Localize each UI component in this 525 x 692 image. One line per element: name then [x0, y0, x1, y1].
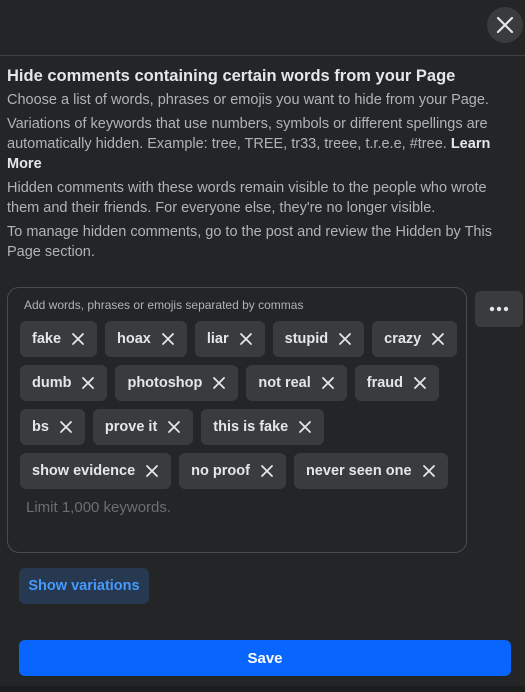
keyword-chip-label: never seen one [305, 463, 412, 479]
keyword-chip-label: crazy [384, 331, 422, 347]
keyword-chip[interactable]: this is fake [201, 409, 325, 445]
keyword-chip[interactable]: fake [20, 321, 98, 357]
dialog-body: Hide comments containing certain words f… [7, 64, 515, 266]
more-options-button[interactable] [475, 291, 523, 327]
intro-paragraph: Choose a list of words, phrases or emoji… [7, 92, 489, 108]
manage-paragraph: To manage hidden comments, go to the pos… [7, 224, 492, 260]
keyword-chip[interactable]: never seen one [293, 453, 448, 489]
remove-keyword-icon[interactable] [59, 420, 73, 434]
keyword-chip[interactable]: fraud [354, 365, 439, 401]
keyword-chip-label: no proof [191, 463, 250, 479]
remove-keyword-icon[interactable] [422, 464, 436, 478]
remove-keyword-icon[interactable] [431, 332, 445, 346]
remove-keyword-icon[interactable] [239, 332, 253, 346]
remove-keyword-icon[interactable] [161, 332, 175, 346]
remove-keyword-icon[interactable] [298, 420, 312, 434]
keywords-input[interactable] [24, 498, 448, 517]
keyword-chip-label: not real [258, 375, 311, 391]
keyword-chip-label: photoshop [127, 375, 203, 391]
keyword-chip[interactable]: hoax [105, 321, 187, 357]
keyword-chip-label: bs [32, 419, 49, 435]
keyword-chip-label: hoax [117, 331, 151, 347]
keyword-chip-label: show evidence [32, 463, 136, 479]
keyword-chip-label: prove it [104, 419, 158, 435]
keyword-chip-label: fraud [366, 375, 403, 391]
show-variations-button[interactable]: Show variations [19, 568, 149, 604]
keyword-chip-label: dumb [32, 375, 72, 391]
keyword-chip[interactable]: liar [194, 321, 265, 357]
dialog-title: Hide comments containing certain words f… [7, 67, 456, 85]
keyword-chip[interactable]: bs [20, 409, 85, 445]
keyword-chip[interactable]: stupid [272, 321, 365, 357]
keyword-chip-label: this is fake [213, 419, 289, 435]
remove-keyword-icon[interactable] [145, 464, 159, 478]
visibility-paragraph: Hidden comments with these words remain … [7, 180, 487, 216]
variations-paragraph: Variations of keywords that use numbers,… [7, 114, 515, 174]
remove-keyword-icon[interactable] [81, 376, 95, 390]
keyword-chip[interactable]: photoshop [115, 365, 239, 401]
hide-comments-dialog: Hide comments containing certain words f… [0, 0, 525, 692]
dialog-header [0, 0, 525, 56]
remove-keyword-icon[interactable] [71, 332, 85, 346]
keyword-chip-label: stupid [284, 331, 329, 347]
save-button[interactable]: Save [19, 640, 511, 676]
close-icon [496, 16, 514, 34]
keyword-chip[interactable]: no proof [179, 453, 286, 489]
close-button[interactable] [487, 7, 523, 43]
keyword-chip[interactable]: not real [246, 365, 347, 401]
keyword-chip[interactable]: crazy [372, 321, 458, 357]
keyword-chip[interactable]: dumb [20, 365, 108, 401]
keyword-chip[interactable]: show evidence [20, 453, 172, 489]
remove-keyword-icon[interactable] [167, 420, 181, 434]
keywords-label: Add words, phrases or emojis separated b… [24, 298, 304, 312]
more-dots-icon [489, 306, 509, 312]
remove-keyword-icon[interactable] [338, 332, 352, 346]
background-page-strip [0, 686, 525, 692]
remove-keyword-icon[interactable] [212, 376, 226, 390]
remove-keyword-icon[interactable] [321, 376, 335, 390]
keywords-box[interactable]: Add words, phrases or emojis separated b… [7, 287, 467, 553]
keyword-chips: fake hoax liar stupid crazy dumb photoshop not … [20, 321, 460, 489]
keyword-chip-label: liar [206, 331, 229, 347]
remove-keyword-icon[interactable] [260, 464, 274, 478]
keyword-chip-label: fake [32, 331, 62, 347]
remove-keyword-icon[interactable] [413, 376, 427, 390]
variations-text: Variations of keywords that use numbers,… [7, 116, 488, 152]
keyword-chip[interactable]: prove it [92, 409, 194, 445]
